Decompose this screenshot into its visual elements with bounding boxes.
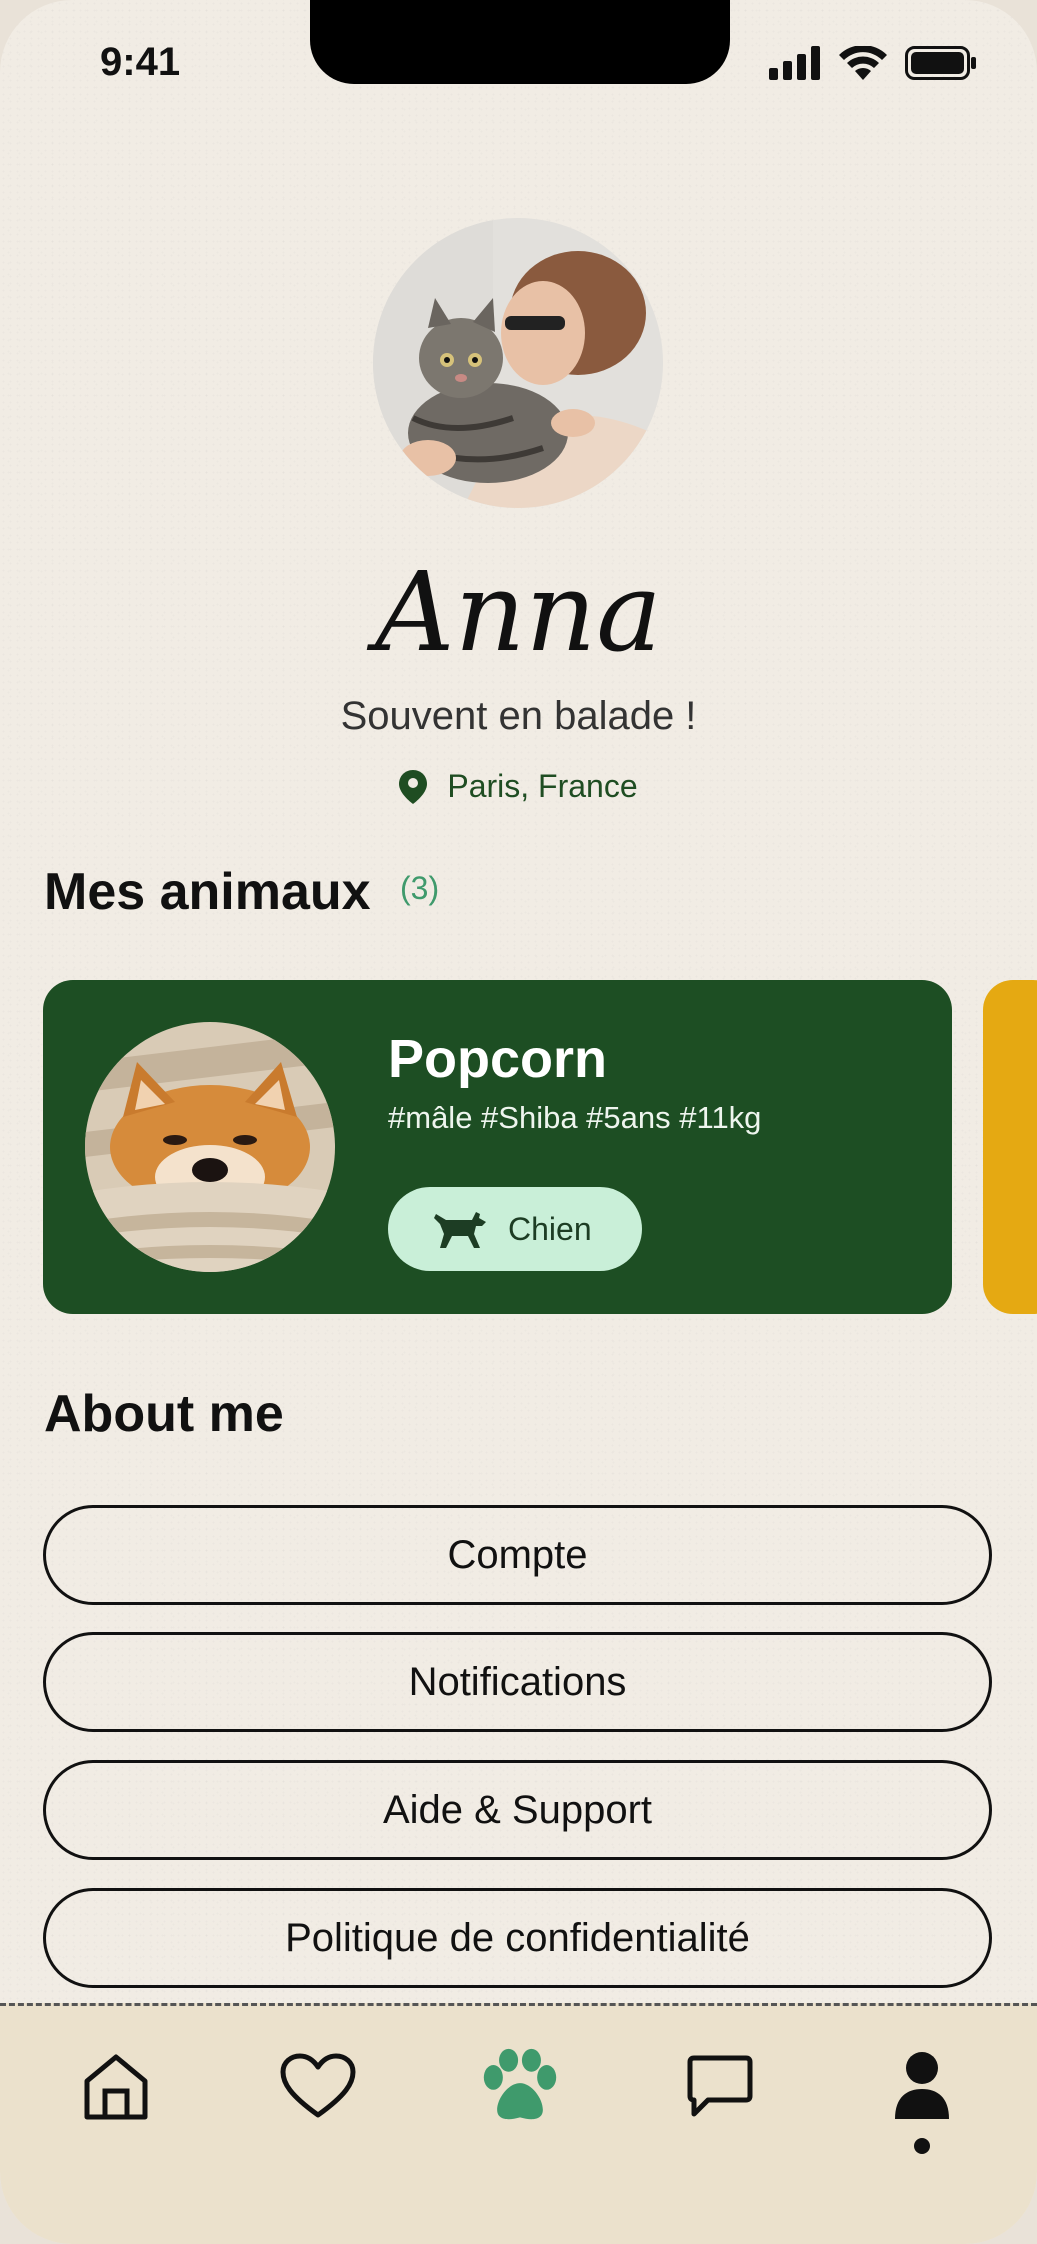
nav-favorites[interactable] [278, 2046, 358, 2126]
nav-home[interactable] [76, 2046, 156, 2126]
battery-icon [905, 46, 976, 80]
wifi-icon [839, 46, 887, 80]
privacy-policy-button[interactable]: Politique de confidentialité [43, 1888, 992, 1988]
active-tab-indicator [914, 2138, 930, 2154]
pet-type-chip[interactable]: Chien [388, 1187, 642, 1271]
pet-tags: #mâle #Shiba #5ans #11kg [388, 1100, 762, 1135]
status-icons [769, 46, 977, 80]
pet-photo [85, 1022, 335, 1272]
nav-profile[interactable] [882, 2046, 962, 2126]
home-icon [84, 2054, 148, 2120]
pet-photo-image [85, 1022, 335, 1272]
status-time: 9:41 [100, 40, 181, 84]
dog-icon [434, 1212, 486, 1248]
signal-icon [769, 46, 820, 80]
next-pet-card[interactable] [983, 980, 1037, 1314]
pet-name: Popcorn [388, 1029, 608, 1089]
profile-name: Anna [375, 548, 662, 676]
location-pin-icon [399, 769, 428, 804]
chat-icon [687, 2055, 753, 2117]
location-text: Paris, France [447, 768, 638, 804]
profile-location: Paris, France [0, 768, 1037, 805]
nav-messages[interactable] [680, 2046, 760, 2126]
notch [310, 0, 730, 84]
bottom-nav [0, 2003, 1037, 2244]
profile-icon [895, 2052, 949, 2119]
pets-count: (3) [400, 870, 440, 906]
heart-icon [280, 2053, 356, 2118]
pets-section-title: Mes animaux [44, 863, 371, 921]
account-button[interactable]: Compte [43, 1505, 992, 1605]
pet-card[interactable]: Popcorn #mâle #Shiba #5ans #11kg Chien [43, 980, 952, 1314]
notifications-button[interactable]: Notifications [43, 1632, 992, 1732]
help-support-button[interactable]: Aide & Support [43, 1760, 992, 1860]
profile-avatar[interactable] [373, 218, 663, 508]
about-section-title: About me [44, 1385, 284, 1443]
pet-type-label: Chien [508, 1210, 592, 1247]
paw-icon [483, 2048, 557, 2120]
avatar-photo [373, 218, 663, 508]
nav-pets[interactable] [480, 2046, 560, 2126]
profile-tagline: Souvent en balade ! [340, 694, 697, 738]
phone-screen: 9:41 Anna Souvent en balade ! Paris, Fra… [0, 0, 1037, 2244]
